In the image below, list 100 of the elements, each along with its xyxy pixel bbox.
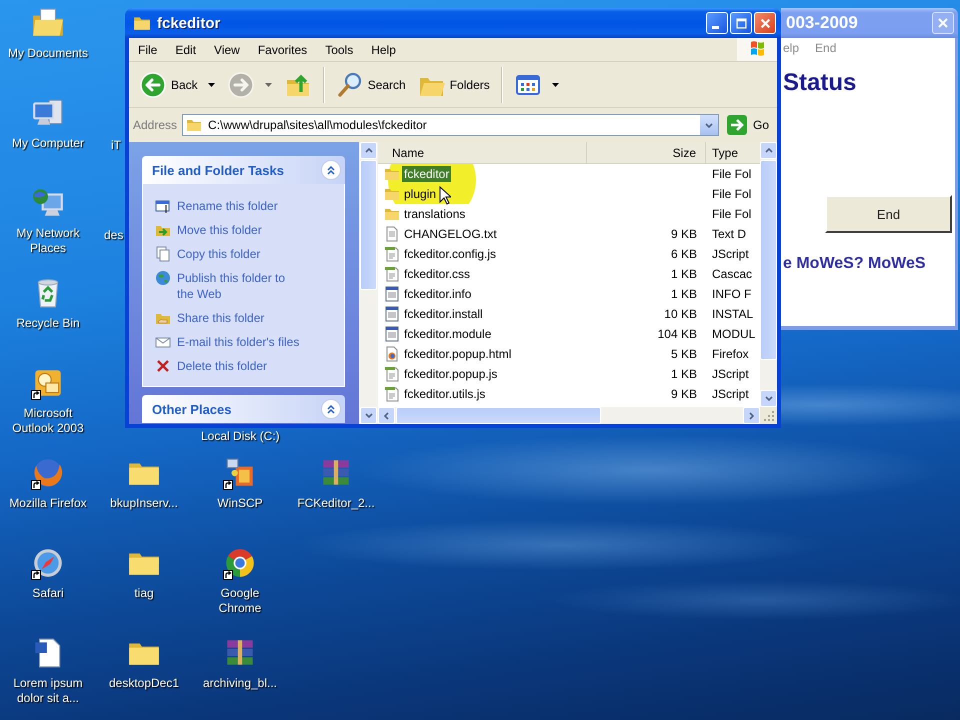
- file-size: 1 KB: [670, 367, 697, 381]
- file-icon: [384, 306, 400, 322]
- script-file-icon: [384, 266, 400, 282]
- desktop-icon-label[interactable]: bkupInserv...: [110, 496, 178, 511]
- menu-item[interactable]: Help: [362, 40, 405, 60]
- mouse-pointer-icon: [439, 186, 451, 205]
- scroll-up-button[interactable]: [360, 142, 377, 159]
- desktop-icon-label[interactable]: Google Chrome: [198, 586, 282, 616]
- menu-item[interactable]: Favorites: [248, 40, 316, 60]
- file-name[interactable]: fckeditor.utils.js: [402, 386, 488, 402]
- scroll-right-button[interactable]: [743, 407, 760, 424]
- chevron-up-icon: [364, 148, 372, 153]
- task-link[interactable]: Delete this folder: [155, 354, 336, 378]
- file-name[interactable]: fckeditor.module: [402, 326, 494, 342]
- go-button[interactable]: Go: [724, 114, 771, 136]
- file-type: File Fol: [712, 167, 752, 181]
- file-size: 10 KB: [664, 307, 697, 321]
- folder-icon: [384, 186, 400, 202]
- file-name[interactable]: translations: [402, 206, 468, 222]
- desktop-icon-label[interactable]: archiving_bl...: [202, 676, 278, 691]
- file-name[interactable]: plugin: [402, 186, 438, 202]
- chevron-down-icon: [764, 396, 772, 401]
- chevron-up-icon: [764, 148, 772, 153]
- file-name[interactable]: CHANGELOG.txt: [402, 226, 499, 242]
- panel-title: Other Places: [152, 402, 232, 416]
- task-link[interactable]: Rename this folder: [155, 194, 336, 218]
- address-field[interactable]: C:\www\drupal\sites\all\modules\fckeditor: [182, 114, 719, 136]
- desktop-icon-label[interactable]: Microsoft Outlook 2003: [6, 406, 90, 436]
- maximize-icon: [736, 18, 746, 28]
- resize-grip-icon[interactable]: [760, 407, 777, 424]
- caret-icon: [552, 82, 559, 86]
- scroll-thumb[interactable]: [396, 407, 601, 424]
- scroll-down-button[interactable]: [360, 407, 377, 424]
- scroll-thumb[interactable]: [360, 160, 377, 290]
- desktop-icon-label[interactable]: des: [104, 228, 124, 243]
- desktop-icon-label[interactable]: FCKeditor_2...: [297, 496, 375, 511]
- maximize-button[interactable]: [730, 12, 752, 34]
- script-file-icon: [384, 366, 400, 382]
- menu-item[interactable]: File: [129, 40, 166, 60]
- file-name[interactable]: fckeditor.popup.js: [402, 366, 500, 382]
- script-file-icon: [384, 386, 400, 402]
- pages-icon: [155, 246, 171, 262]
- file-name[interactable]: fckeditor: [402, 166, 452, 182]
- file-type: File Fol: [712, 187, 752, 201]
- script-file-icon: [384, 246, 400, 262]
- desktop-icon-label[interactable]: Safari: [32, 586, 64, 601]
- task-link[interactable]: Move this folder: [155, 218, 336, 242]
- scroll-up-button[interactable]: [760, 142, 777, 159]
- file-type: INFO F: [712, 287, 752, 301]
- desktop-icon-label[interactable]: My Network Places: [6, 226, 90, 256]
- scroll-thumb[interactable]: [760, 160, 777, 360]
- minimize-button[interactable]: [706, 12, 728, 34]
- folders-button[interactable]: Folders: [414, 66, 494, 104]
- dropdown-button[interactable]: [700, 115, 718, 135]
- task-link[interactable]: Share this folder: [155, 306, 336, 330]
- file-type: Cascac: [712, 267, 752, 281]
- scroll-left-button[interactable]: [378, 407, 395, 424]
- file-icon: [384, 326, 400, 342]
- menu-item[interactable]: View: [205, 40, 249, 60]
- collapse-button[interactable]: [321, 160, 341, 180]
- task-link[interactable]: Publish this folder to the Web: [155, 266, 336, 306]
- desktop-icon-label[interactable]: Local Disk (C:): [201, 429, 280, 444]
- task-link[interactable]: E-mail this folder's files: [155, 330, 336, 354]
- column-header[interactable]: Name: [378, 142, 587, 163]
- collapse-button[interactable]: [321, 399, 341, 419]
- segmented-circle-icon[interactable]: [223, 546, 257, 580]
- minimize-icon: [712, 26, 718, 28]
- end-button[interactable]: End: [825, 195, 952, 233]
- desktop-icon-label[interactable]: WinSCP: [217, 496, 263, 511]
- desktop-icon-label[interactable]: Lorem ipsum dolor sit a...: [6, 676, 90, 706]
- desktop-icon-label[interactable]: desktopDec1: [108, 676, 180, 691]
- browser-globe-icon[interactable]: [31, 456, 65, 490]
- search-icon: [336, 70, 364, 98]
- file-name[interactable]: fckeditor.popup.html: [402, 346, 514, 362]
- desktop-icon-label[interactable]: Mozilla Firefox: [9, 496, 87, 511]
- file-type: Text D: [712, 227, 746, 241]
- back-button[interactable]: Back: [135, 66, 219, 104]
- file-name[interactable]: fckeditor.config.js: [402, 246, 498, 262]
- file-type: JScript: [712, 387, 749, 401]
- column-header[interactable]: Type: [706, 142, 760, 163]
- compass-icon[interactable]: [31, 546, 65, 580]
- file-icon: [384, 286, 400, 302]
- text-file-icon: [384, 226, 400, 242]
- menu-item[interactable]: Tools: [316, 40, 362, 60]
- desktop-icon-label[interactable]: Recycle Bin: [16, 316, 80, 331]
- close-icon: [938, 18, 948, 28]
- file-name[interactable]: fckeditor.css: [402, 266, 472, 282]
- window-title: fckeditor: [157, 14, 220, 32]
- caret-icon: [264, 82, 272, 86]
- scroll-down-button[interactable]: [760, 390, 777, 407]
- desktop-icon-label[interactable]: My Computer: [12, 136, 84, 151]
- x-mark-icon: [155, 358, 171, 374]
- column-header[interactable]: Size: [587, 142, 706, 163]
- search-button[interactable]: Search: [332, 66, 410, 104]
- menu-item[interactable]: Edit: [166, 40, 206, 60]
- desktop-icon-label[interactable]: tiag: [134, 586, 154, 601]
- file-name[interactable]: fckeditor.info: [402, 286, 474, 302]
- file-name[interactable]: fckeditor.install: [402, 306, 485, 322]
- desktop-icon-label[interactable]: iT: [111, 138, 121, 153]
- task-link[interactable]: Copy this folder: [155, 242, 336, 266]
